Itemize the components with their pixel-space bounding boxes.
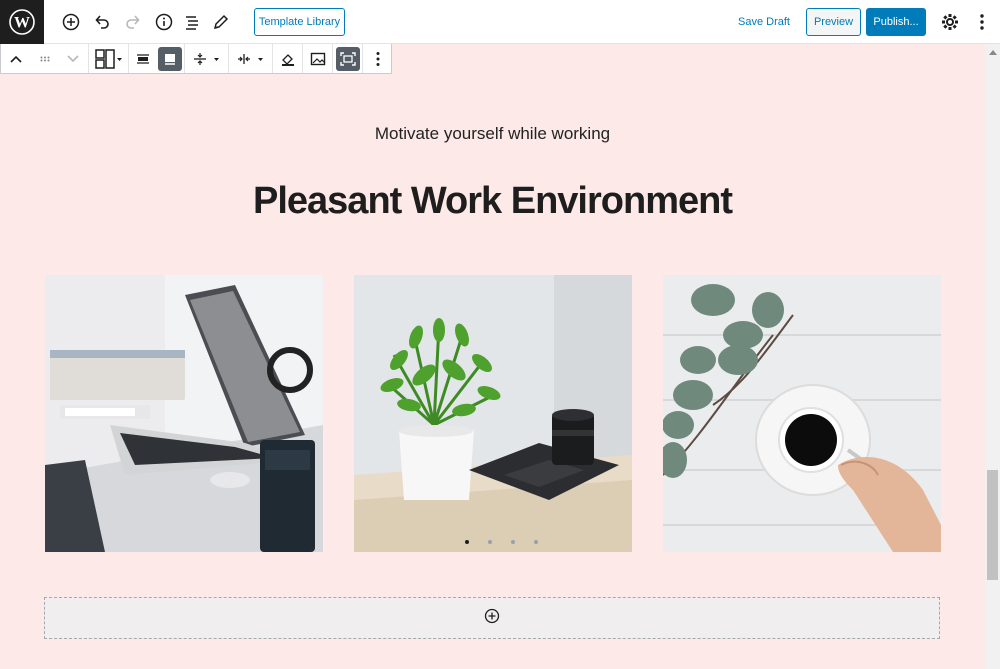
fullscreen-icon[interactable] [333,44,362,73]
drag-handle-icon[interactable] [31,44,59,73]
add-block-plus-icon[interactable] [484,608,500,629]
spacing-icon[interactable] [229,44,272,73]
section-subtitle[interactable]: Motivate yourself while working [0,124,985,144]
replace-image-icon[interactable] [303,44,332,73]
scroll-up-icon[interactable] [985,44,1000,59]
more-options-icon[interactable] [968,8,996,36]
block-more-options-icon[interactable] [363,44,393,73]
plant-camera-photo[interactable] [354,275,632,552]
info-icon[interactable] [150,8,178,36]
gallery-dot[interactable] [534,540,538,544]
edit-pencil-icon[interactable] [207,8,235,36]
coffee-cup-photo[interactable] [663,275,941,552]
gallery-dot[interactable] [488,540,492,544]
undo-icon[interactable] [88,8,116,36]
move-up-icon[interactable] [1,44,31,73]
align-wide-icon[interactable] [157,44,185,73]
template-library-button[interactable]: Template Library [254,8,345,36]
align-center-icon[interactable] [129,44,157,73]
svg-text:W: W [14,15,30,32]
block-layout-icon[interactable] [89,44,128,73]
block-toolbar [0,44,392,74]
vertical-align-icon[interactable] [185,44,228,73]
move-down-icon[interactable] [58,44,88,73]
list-view-icon[interactable] [178,8,206,36]
laptop-desk-photo[interactable] [45,275,323,552]
scroll-thumb[interactable] [987,470,998,580]
block-appender[interactable] [44,597,940,639]
save-draft-button[interactable]: Save Draft [733,8,795,36]
preview-button[interactable]: Preview [806,8,861,36]
redo-icon[interactable] [119,8,147,36]
publish-button[interactable]: Publish... [866,8,926,36]
wordpress-logo-icon[interactable]: W [0,0,44,44]
settings-gear-icon[interactable] [936,8,964,36]
section-title[interactable]: Pleasant Work Environment [0,180,985,223]
background-color-icon[interactable] [273,44,302,73]
add-block-icon[interactable] [57,8,85,36]
page-scrollbar[interactable] [985,44,1000,669]
gallery-dot[interactable] [465,540,469,544]
gallery-dot[interactable] [511,540,515,544]
editor-top-toolbar: W Template Library Save Draft Preview Pu… [0,0,1000,44]
gallery-pagination [465,540,538,544]
